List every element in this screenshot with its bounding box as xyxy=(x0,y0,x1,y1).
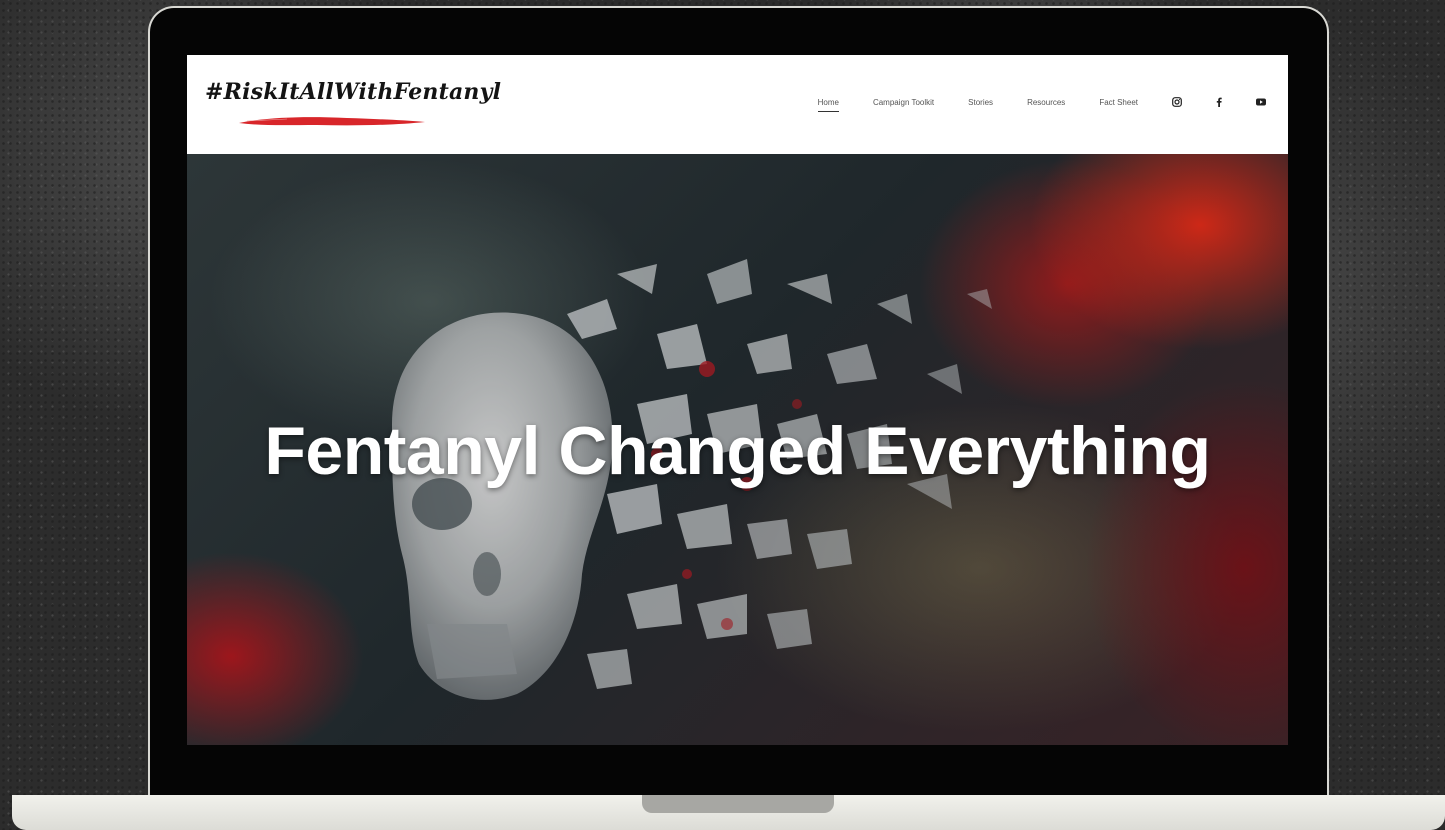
facebook-icon[interactable] xyxy=(1216,97,1222,107)
nav-item-home[interactable]: Home xyxy=(817,98,840,112)
main-nav: Home Campaign Toolkit Stories Resources … xyxy=(784,97,1266,112)
site-logo[interactable]: #RiskItAllWithFentanyl xyxy=(205,79,502,126)
site-header: #RiskItAllWithFentanyl Home Campaign Too… xyxy=(187,55,1288,154)
laptop-screen: #RiskItAllWithFentanyl Home Campaign Too… xyxy=(187,55,1288,745)
nav-item-resources[interactable]: Resources xyxy=(1027,98,1065,107)
hero-banner: Fentanyl Changed Everything xyxy=(187,154,1288,745)
logo-text: #RiskItAllWithFentanyl xyxy=(205,79,502,105)
laptop-hinge-notch xyxy=(642,795,834,813)
nav-item-campaign-toolkit[interactable]: Campaign Toolkit xyxy=(873,98,934,107)
hero-title: Fentanyl Changed Everything xyxy=(264,413,1211,489)
instagram-icon[interactable] xyxy=(1172,97,1182,107)
nav-item-stories[interactable]: Stories xyxy=(968,98,993,107)
social-links xyxy=(1172,97,1266,107)
logo-brush-stroke xyxy=(239,117,425,126)
youtube-icon[interactable] xyxy=(1256,98,1266,106)
nav-item-fact-sheet[interactable]: Fact Sheet xyxy=(1099,98,1138,107)
skull xyxy=(392,312,613,700)
